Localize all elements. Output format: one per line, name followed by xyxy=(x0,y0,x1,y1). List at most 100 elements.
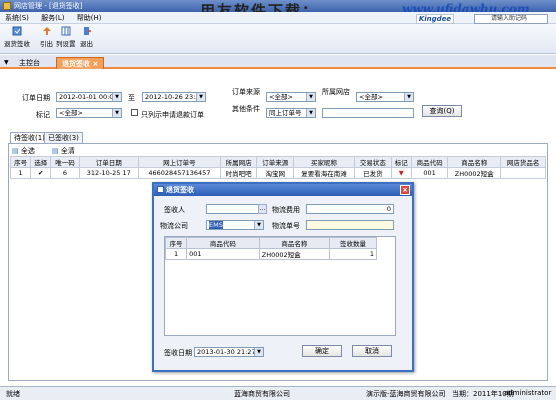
other-conditions-label: 其他条件 xyxy=(232,105,260,113)
table-header-row: 序号 商品代码 商品名称 签收数量 xyxy=(164,237,377,249)
shop-label: 所属网店 xyxy=(322,88,350,96)
status-user: administrator xyxy=(504,389,552,397)
dialog-items-table: 序号 商品代码 商品名称 签收数量 1 001 ZH0002短盒 1 xyxy=(164,237,377,260)
menu-help[interactable]: 帮助(H) xyxy=(72,12,107,24)
receiver-label: 签收人 xyxy=(164,206,185,214)
other-conditions-select[interactable]: 同上订单号 ▼ xyxy=(266,108,316,118)
window-title: 网店管理 - [退货签收] xyxy=(14,2,83,10)
clear-all-button[interactable]: ▤ 全清 xyxy=(52,146,75,156)
tab-close-icon[interactable]: × xyxy=(92,60,98,68)
row-select-checkbox[interactable]: ✔ xyxy=(30,167,52,179)
column-header[interactable]: 订单来源 xyxy=(256,156,294,168)
fee-label: 物流费用 xyxy=(272,206,300,214)
date-to-field[interactable]: 2012-10-26 23:59 ▼ xyxy=(142,92,206,102)
table-cell: ZH0002短盒 xyxy=(258,248,331,260)
dropdown-arrow-icon[interactable]: ▼ xyxy=(112,93,121,101)
column-header[interactable]: 交易状态 xyxy=(354,156,392,168)
table-cell[interactable]: 1 xyxy=(329,248,377,260)
mark-select[interactable]: <全部> ▼ xyxy=(56,108,122,118)
dialog-app-icon xyxy=(157,186,164,193)
table-cell: ZH0002短盒 xyxy=(447,167,502,179)
flag-icon[interactable]: ▼ xyxy=(390,167,412,179)
column-header[interactable]: 标记 xyxy=(390,156,412,168)
column-header[interactable]: 买家昵称 xyxy=(292,156,356,168)
dropdown-arrow-icon[interactable]: ▼ xyxy=(112,109,121,117)
column-header[interactable]: 商品名称 xyxy=(447,156,502,168)
column-settings-button[interactable]: 列设置 xyxy=(56,26,76,48)
shop-select[interactable]: <全部> ▼ xyxy=(356,92,414,102)
select-all-button[interactable]: ▤ 全选 xyxy=(12,146,35,156)
order-source-label: 订单来源 xyxy=(232,88,260,96)
other-conditions-input[interactable] xyxy=(322,108,414,118)
status-company: 蓝海商贸有限公司 xyxy=(234,390,290,398)
table-cell: 6 xyxy=(50,167,80,179)
order-date-label: 订单日期 xyxy=(22,94,50,102)
receiver-lookup-icon[interactable]: … xyxy=(258,204,267,214)
receiver-field[interactable] xyxy=(206,204,264,214)
column-header[interactable]: 序号 xyxy=(164,237,188,249)
date-from-field[interactable]: 2012-01-01 00:00 ▼ xyxy=(56,92,122,102)
select-all-icon: ▤ xyxy=(12,147,19,155)
export-button[interactable]: 引出 xyxy=(40,26,53,48)
column-settings-icon xyxy=(61,26,71,36)
column-header[interactable]: 网店货品名 xyxy=(500,156,546,168)
tracking-field[interactable] xyxy=(306,220,394,230)
exit-button[interactable]: 退出 xyxy=(80,26,93,48)
dropdown-arrow-icon[interactable]: ▼ xyxy=(306,93,315,101)
export-icon xyxy=(42,27,51,35)
kingdee-logo: Kingdee xyxy=(416,14,454,24)
dialog-close-icon[interactable]: × xyxy=(400,185,410,195)
column-header[interactable]: 网上订单号 xyxy=(137,156,221,168)
order-source-select[interactable]: <全部> ▼ xyxy=(266,92,316,102)
dropdown-arrow-icon[interactable]: ▼ xyxy=(404,93,413,101)
table-row[interactable]: 1 ✔ 6 312-10-25 17 466028457136457 时尚吧吧 … xyxy=(9,167,546,179)
table-cell: 312-10-25 17 xyxy=(78,167,139,179)
table-cell: 淘宝网 xyxy=(256,167,294,179)
dialog-titlebar[interactable]: 退货签收 xyxy=(154,184,412,196)
column-header[interactable]: 商品代码 xyxy=(186,237,260,249)
table-cell[interactable]: 001 xyxy=(186,248,260,260)
tab-return-sign[interactable]: 退货签收 × xyxy=(56,57,105,69)
clear-all-icon: ▤ xyxy=(52,147,59,155)
tab-menu-chevron-icon[interactable]: ▼ xyxy=(4,59,9,66)
table-cell: 466028457136457 xyxy=(137,167,221,179)
cancel-button[interactable]: 取消 xyxy=(352,345,392,357)
to-label: 至 xyxy=(128,94,135,102)
column-header[interactable]: 商品代码 xyxy=(410,156,449,168)
dropdown-arrow-icon[interactable]: ▼ xyxy=(254,221,263,229)
return-sign-icon xyxy=(12,26,22,36)
exit-icon xyxy=(83,27,91,35)
column-header[interactable]: 所属网店 xyxy=(219,156,258,168)
fee-field[interactable]: 0 xyxy=(306,204,394,214)
query-button[interactable]: 查询(Q) xyxy=(422,105,462,117)
return-sign-button[interactable]: 退货签收 xyxy=(4,26,30,48)
orders-table: 序号 选择 唯一码 订单日期 网上订单号 所属网店 订单来源 买家昵称 交易状态… xyxy=(9,156,546,179)
column-header[interactable]: 签收数量 xyxy=(329,237,377,249)
table-cell xyxy=(500,167,546,179)
column-header[interactable]: 序号 xyxy=(9,156,32,168)
tab-main-console[interactable]: 主控台 xyxy=(14,57,45,69)
only-return-checkbox[interactable] xyxy=(131,109,138,116)
dropdown-arrow-icon[interactable]: ▼ xyxy=(254,348,263,356)
only-return-label: 只列示申请退款订单 xyxy=(141,111,204,119)
company-select[interactable]: EMS ▼ xyxy=(206,220,264,230)
menu-service[interactable]: 服务(L) xyxy=(36,12,69,24)
search-input[interactable]: 请输入助记码 xyxy=(474,14,548,24)
table-cell: 已发货 xyxy=(354,167,392,179)
table-row[interactable]: 1 001 ZH0002短盒 1 xyxy=(164,248,377,260)
dropdown-arrow-icon[interactable]: ▼ xyxy=(196,93,205,101)
status-ready: 就绪 xyxy=(6,390,20,398)
table-cell: 时尚吧吧 xyxy=(219,167,258,179)
menu-system[interactable]: 系统(S) xyxy=(0,12,34,24)
column-header[interactable]: 商品名称 xyxy=(258,237,331,249)
dropdown-arrow-icon[interactable]: ▼ xyxy=(306,109,315,117)
table-cell: 1 xyxy=(9,167,32,179)
tab-signed[interactable]: 已签收(3) xyxy=(44,132,83,143)
ok-button[interactable]: 确定 xyxy=(302,345,342,357)
app-icon xyxy=(3,2,11,10)
column-header[interactable]: 选择 xyxy=(30,156,52,168)
column-header[interactable]: 订单日期 xyxy=(78,156,139,168)
column-header[interactable]: 唯一码 xyxy=(50,156,80,168)
sign-date-field[interactable]: 2013-01-30 21:27 ▼ xyxy=(194,347,264,357)
company-label: 物流公司 xyxy=(160,222,188,230)
